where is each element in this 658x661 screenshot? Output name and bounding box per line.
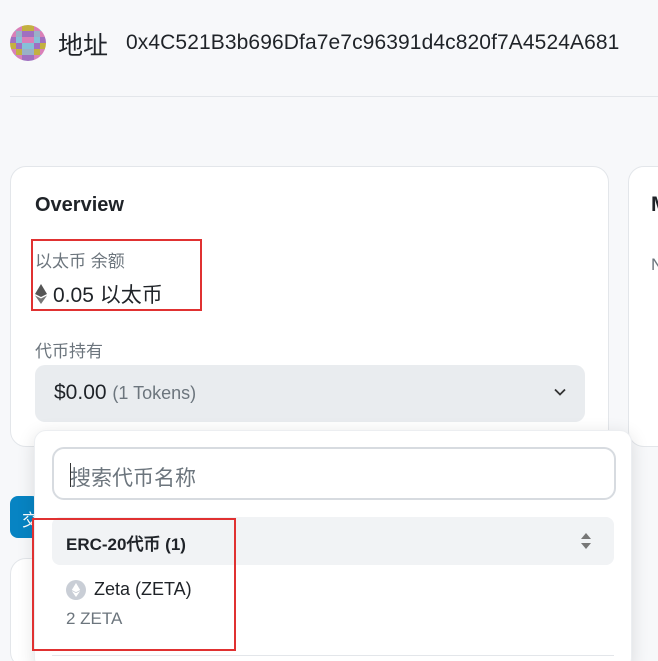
page-title: 地址 (58, 32, 109, 60)
page-header: 地址 0x4C521B3b696Dfa7e7c96391d4c820f7A452… (10, 0, 658, 97)
overview-title: Overview (35, 194, 124, 216)
overview-card: Overview 以太币 余额 0.05 以太币 代币持有 $0.00 (1 T… (10, 166, 609, 447)
text-caret (70, 463, 71, 487)
chevron-down-icon (554, 388, 566, 396)
highlight-box (31, 239, 202, 311)
more-info-card: M N (628, 166, 658, 447)
more-info-label: N (651, 255, 658, 274)
more-info-title: M (651, 193, 658, 217)
token-search-input[interactable]: 搜索代币名称 (52, 447, 616, 500)
address-hash[interactable]: 0x4C521B3b696Dfa7e7c96391d4c820f7A4524A6… (126, 31, 619, 55)
sort-icon[interactable] (580, 532, 592, 550)
token-holdings-select[interactable]: $0.00 (1 Tokens) (35, 365, 585, 422)
token-total-value: $0.00 (54, 381, 107, 404)
token-count: (1 Tokens) (112, 383, 197, 403)
search-placeholder: 搜索代币名称 (70, 467, 196, 490)
highlight-box (32, 518, 236, 651)
divider (52, 655, 614, 656)
identicon-avatar (10, 25, 46, 61)
token-total: $0.00 (1 Tokens) (54, 381, 196, 405)
token-holdings-label: 代币持有 (35, 342, 103, 361)
